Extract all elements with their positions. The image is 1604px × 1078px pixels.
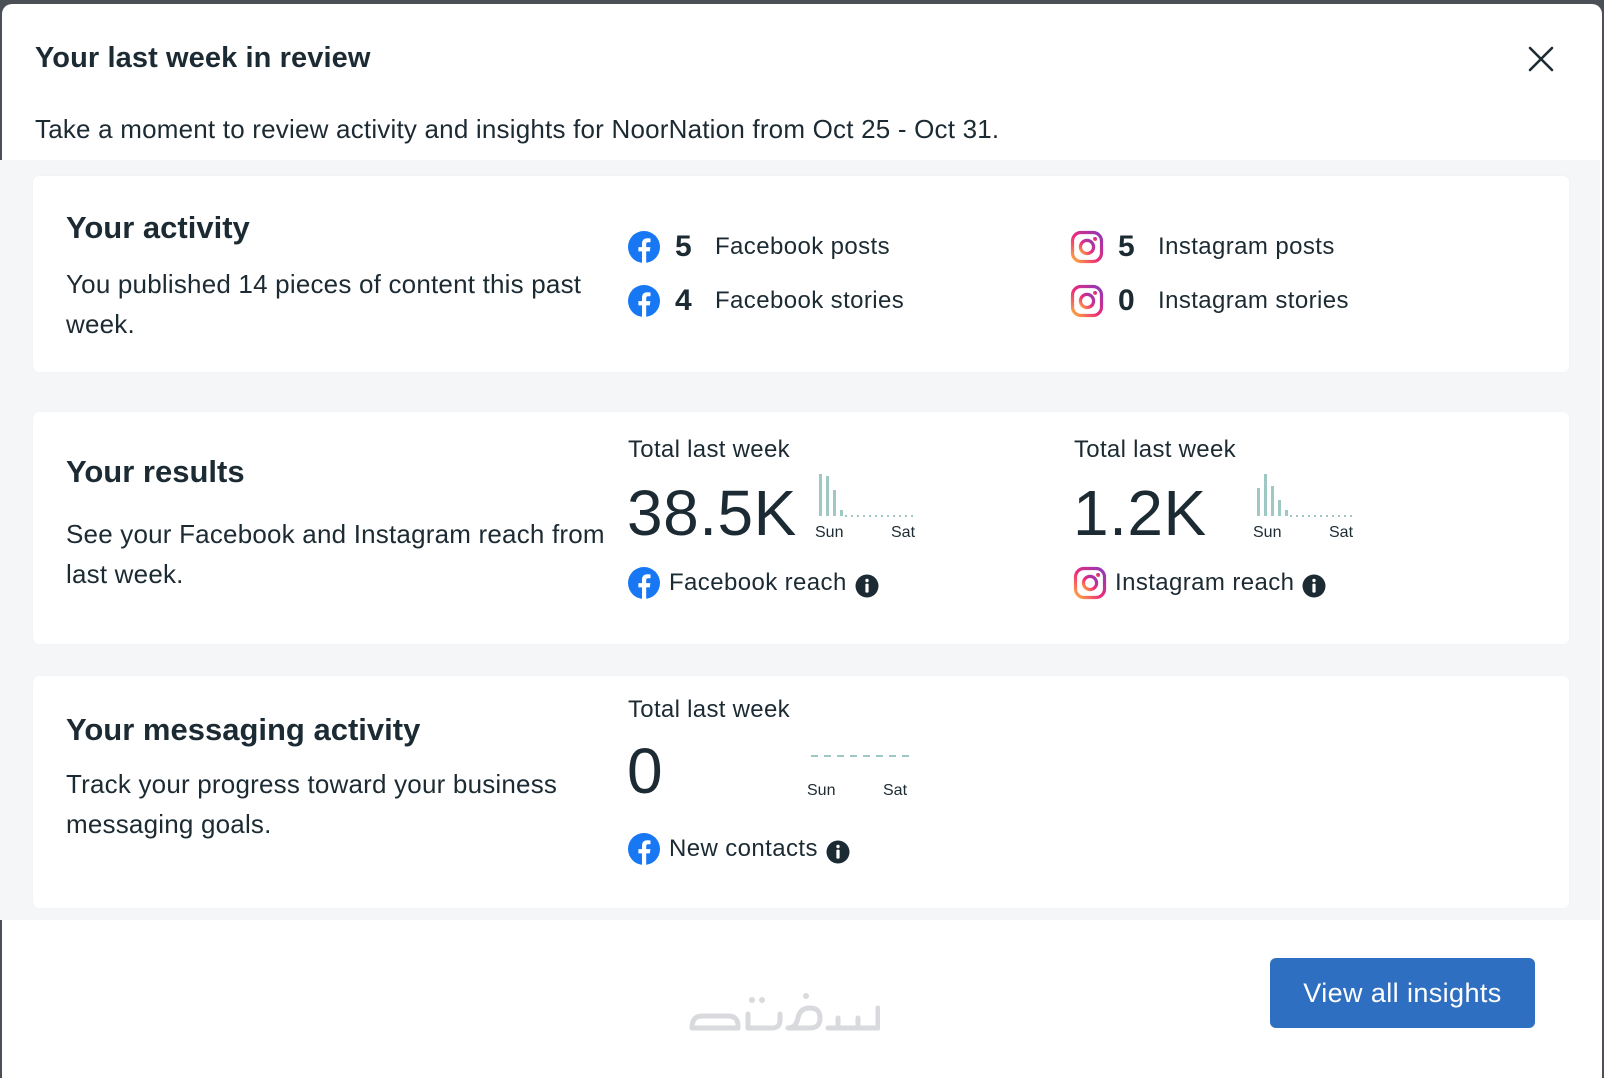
facebook-icon: [627, 566, 661, 600]
spark-end-day: Sat: [1329, 524, 1354, 541]
watermark-logo: [688, 988, 880, 1038]
messaging-description: Track your progress toward your business…: [66, 769, 558, 839]
stat-label: Facebook stories: [715, 287, 905, 314]
spark-end-day: Sat: [891, 524, 916, 541]
view-all-insights-button[interactable]: View all insights: [1270, 958, 1535, 1028]
instagram-reach-source: Instagram reach: [1073, 566, 1326, 600]
instagram-icon: [1070, 230, 1104, 264]
new-contacts-sparkline: [811, 755, 909, 757]
stat-facebook-stories: 4 Facebook stories: [627, 284, 904, 318]
stat-facebook-posts: 5 Facebook posts: [627, 230, 890, 264]
stat-label: Instagram posts: [1158, 233, 1335, 260]
messaging-card: Your messaging activity Track your progr…: [33, 676, 1569, 908]
close-button[interactable]: [1522, 40, 1560, 78]
spark-bar: [1278, 500, 1281, 516]
info-icon[interactable]: [855, 574, 879, 598]
spark-end-day: Sat: [883, 782, 908, 799]
facebook-icon: [627, 284, 661, 318]
spark-bar: [826, 476, 829, 516]
metric-period-label: Total last week: [1074, 436, 1236, 463]
spark-bar: [1271, 486, 1274, 516]
spark-start-day: Sun: [807, 782, 836, 799]
instagram-reach-value: 1.2K: [1073, 477, 1207, 549]
activity-heading: Your activity: [66, 210, 250, 245]
stat-count: 5: [1118, 230, 1135, 263]
spark-bar: [1285, 510, 1288, 516]
metric-source-label: Instagram reach: [1115, 569, 1295, 596]
results-card: Your results See your Facebook and Insta…: [33, 412, 1569, 644]
stat-count: 5: [675, 230, 692, 263]
instagram-icon: [1070, 284, 1104, 318]
new-contacts-value: 0: [627, 735, 664, 807]
watermark-logo-graphic: [689, 993, 880, 1031]
activity-card: Your activity You published 14 pieces of…: [33, 176, 1569, 372]
results-description: See your Facebook and Instagram reach fr…: [66, 519, 605, 589]
spark-bar: [819, 474, 822, 516]
info-icon[interactable]: [1302, 574, 1326, 598]
spark-bar: [1257, 488, 1260, 516]
spark-start-day: Sun: [1253, 524, 1282, 541]
facebook-icon: [627, 230, 661, 264]
results-heading: Your results: [66, 454, 245, 489]
close-icon: [1528, 46, 1554, 72]
metric-period-label: Total last week: [628, 436, 790, 463]
messaging-heading: Your messaging activity: [66, 712, 421, 747]
spark-bar: [840, 510, 843, 516]
dialog-title: Your last week in review: [35, 42, 371, 74]
metric-source-label: Facebook reach: [669, 569, 847, 596]
instagram-reach-sparkline: [1257, 474, 1355, 517]
activity-description: You published 14 pieces of content this …: [66, 269, 582, 339]
spark-bar: [833, 490, 836, 516]
stat-instagram-stories: 0 Instagram stories: [1070, 284, 1349, 318]
facebook-reach-source: Facebook reach: [627, 566, 879, 600]
spark-bar: [1264, 474, 1267, 516]
instagram-icon: [1073, 566, 1107, 600]
info-icon[interactable]: [826, 840, 850, 864]
spark-start-day: Sun: [815, 524, 844, 541]
metric-source-label: New contacts: [669, 835, 818, 862]
stat-count: 4: [675, 284, 692, 317]
dialog-subtitle: Take a moment to review activity and ins…: [35, 114, 1000, 144]
facebook-reach-sparkline: [819, 474, 917, 517]
stat-count: 0: [1118, 284, 1135, 317]
metric-period-label: Total last week: [628, 696, 790, 723]
facebook-reach-value: 38.5K: [627, 477, 797, 549]
facebook-icon: [627, 832, 661, 866]
stat-label: Instagram stories: [1158, 287, 1349, 314]
stat-label: Facebook posts: [715, 233, 891, 260]
stat-instagram-posts: 5 Instagram posts: [1070, 230, 1335, 264]
new-contacts-source: New contacts: [627, 832, 850, 866]
